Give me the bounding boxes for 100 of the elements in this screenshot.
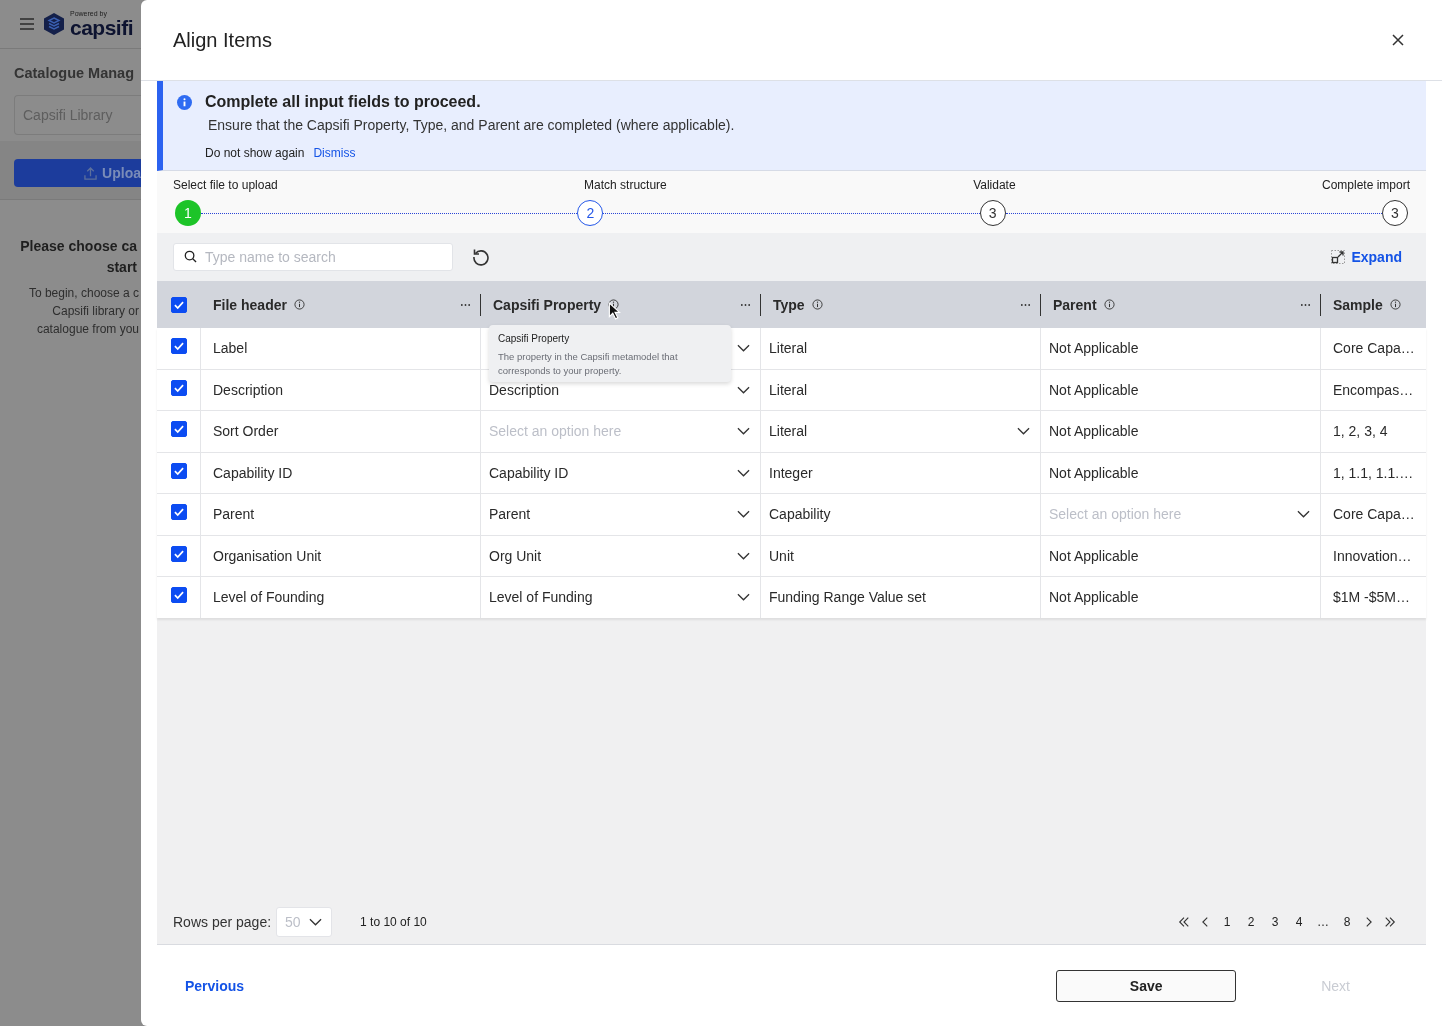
row-checkbox[interactable] [170, 504, 187, 520]
table-cell: Parent [489, 506, 531, 523]
page-link[interactable]: 2 [1239, 915, 1263, 929]
column-header[interactable]: Parent [1053, 296, 1097, 313]
do-not-show-link[interactable]: Do not show again [205, 146, 305, 160]
page-link[interactable]: 1 [1215, 915, 1239, 929]
more-icon[interactable] [459, 302, 471, 307]
chevron-down-icon[interactable] [737, 551, 750, 560]
expand-icon [1331, 250, 1346, 264]
column-header[interactable]: Sample [1333, 296, 1383, 313]
table-cell: Innovation… [1333, 547, 1412, 564]
row-checkbox[interactable] [170, 545, 187, 562]
row-checkbox[interactable] [170, 338, 187, 354]
page-link[interactable]: 4 [1287, 915, 1311, 929]
menu-icon[interactable] [20, 18, 34, 30]
table-cell: Not Applicable [1049, 464, 1139, 481]
info-icon [608, 299, 620, 310]
chevron-down-icon [309, 918, 323, 926]
table-cell: Core Capa… [1333, 506, 1415, 523]
table-cell: Not Applicable [1049, 381, 1139, 398]
empty-state-heading: Please choose ca [19, 237, 138, 256]
chevron-down-icon[interactable] [737, 510, 750, 519]
page-title: Catalogue Manag [13, 64, 136, 83]
last-page-icon[interactable] [1384, 916, 1396, 928]
table-cell: Capability ID [213, 464, 293, 481]
step-label: Validate [973, 178, 1016, 192]
row-checkbox[interactable] [170, 462, 187, 479]
chevron-down-icon[interactable] [737, 468, 750, 477]
empty-state-text: catalogue from you [35, 321, 140, 338]
expand-link[interactable]: Expand [1331, 249, 1402, 265]
step-label: Select file to upload [173, 178, 278, 192]
table-cell: Not Applicable [1049, 589, 1139, 606]
info-icon [1389, 299, 1401, 310]
more-icon[interactable] [739, 302, 751, 307]
table-cell: Capability ID [489, 464, 569, 481]
save-button[interactable]: Save [1056, 969, 1237, 1002]
info-icon [177, 95, 192, 110]
alert-message: Ensure that the Capsifi Property, Type, and Parent are completed (where applicable). [208, 117, 735, 133]
first-page-icon[interactable] [1178, 916, 1190, 928]
table-cell: Label [213, 340, 248, 357]
step-label: Match structure [584, 178, 667, 192]
logo-icon [44, 13, 64, 35]
upload-icon [84, 166, 98, 180]
table-cell: Core Capa… [1333, 340, 1415, 357]
page-range: 1 to 10 of 10 [360, 915, 427, 929]
previous-page-icon[interactable] [1202, 916, 1209, 928]
table-cell: Level of Funding [489, 589, 593, 606]
chevron-down-icon[interactable] [737, 593, 750, 602]
table-cell: Capability [769, 506, 831, 523]
table-cell: Description [489, 381, 560, 398]
page-link[interactable]: 8 [1335, 915, 1359, 929]
close-icon[interactable] [1392, 34, 1404, 46]
page-link[interactable]: … [1311, 915, 1335, 929]
table-cell: 1, 1.1, 1.1.… [1333, 464, 1414, 481]
tooltip-title: Capsifi Property [498, 333, 571, 344]
more-icon[interactable] [1299, 302, 1311, 307]
table-cell: Funding Range Value set [769, 589, 926, 606]
dialog-title: Align Items [173, 28, 273, 52]
table-cell: Literal [769, 423, 808, 440]
table-cell: Unit [769, 547, 794, 564]
previous-link[interactable]: Pervious [185, 977, 245, 994]
table-cell: 1, 2, 3, 4 [1333, 423, 1388, 440]
cursor-icon [608, 302, 622, 320]
table-cell: $1M -$5M… [1333, 589, 1411, 606]
row-checkbox[interactable] [170, 379, 187, 396]
alert-title: Complete all input fields to proceed. [205, 93, 482, 111]
table-cell: Not Applicable [1049, 547, 1139, 564]
select-all-checkbox[interactable] [171, 296, 187, 313]
refresh-icon[interactable] [472, 248, 490, 266]
table-cell: Literal [769, 340, 808, 357]
row-checkbox[interactable] [170, 587, 187, 603]
column-header[interactable]: Type [773, 296, 805, 313]
table-cell: Encompas… [1333, 381, 1414, 398]
table-cell: Not Applicable [1049, 423, 1139, 440]
next-page-icon[interactable] [1365, 916, 1372, 928]
chevron-down-icon[interactable] [737, 385, 750, 394]
step-circle: 3 [1382, 200, 1408, 226]
step-circle: 3 [979, 200, 1006, 226]
column-header[interactable]: Capsifi Property [493, 296, 602, 313]
table-cell: Sort Order [213, 423, 279, 440]
table-cell: Organisation Unit [213, 547, 322, 564]
empty-state-text: Capsifi library or [51, 303, 140, 320]
empty-state-heading: start [105, 258, 138, 277]
more-icon[interactable] [1019, 302, 1031, 307]
chevron-down-icon[interactable] [1017, 427, 1030, 436]
table-cell: Parent [213, 506, 255, 523]
chevron-down-icon[interactable] [1297, 510, 1310, 519]
chevron-down-icon[interactable] [737, 427, 750, 436]
search-field[interactable]: Type name to search [173, 243, 453, 271]
table-cell: Description [213, 381, 284, 398]
page-link[interactable]: 3 [1263, 915, 1287, 929]
chevron-down-icon[interactable] [737, 344, 750, 353]
table-cell: Integer [769, 464, 813, 481]
table-cell: Not Applicable [1049, 340, 1139, 357]
step-label: Complete import [1321, 178, 1410, 192]
column-header[interactable]: File header [213, 296, 287, 313]
info-icon [293, 299, 305, 310]
dismiss-link[interactable]: Dismiss [313, 146, 356, 160]
row-checkbox[interactable] [170, 421, 187, 437]
table-cell: Literal [769, 381, 808, 398]
